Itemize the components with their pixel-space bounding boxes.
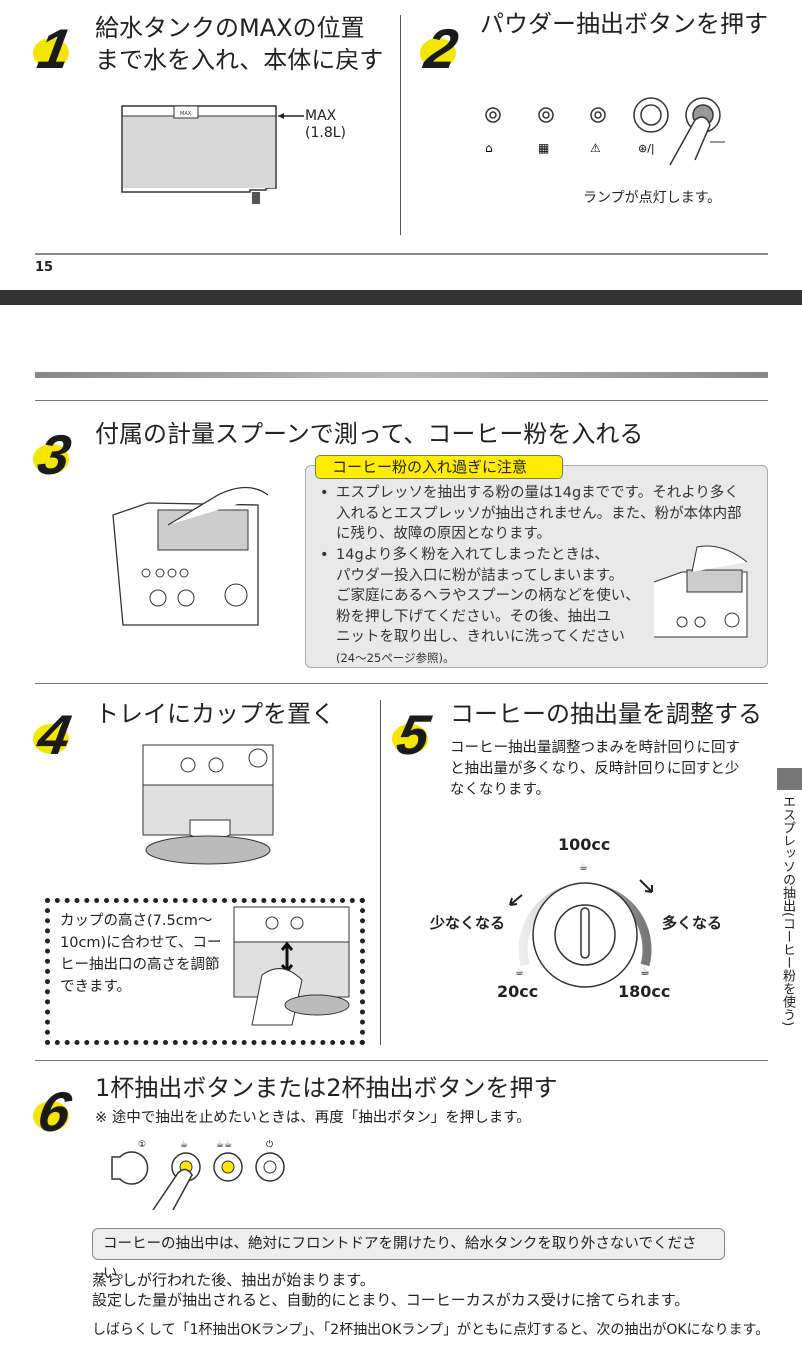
divider xyxy=(35,1060,768,1061)
adjust-spout-illustration xyxy=(233,906,350,1026)
step6-note: ※ 途中で抽出を止めたいときは、再度「抽出ボタン」を押します。 xyxy=(95,1110,531,1126)
divider xyxy=(35,253,768,255)
max-label: MAX (1.8L) xyxy=(305,108,346,141)
divider xyxy=(35,683,768,684)
divider xyxy=(35,400,768,401)
divider xyxy=(400,15,401,235)
volume-dial[interactable]: ☕ ☕ ☕ xyxy=(500,850,670,990)
coffee-scoop-illustration xyxy=(112,486,268,626)
warning-bullet-2: 14gより多く粉を入れてしまったときは、パウダー投入口に粉が詰まってしまいます。… xyxy=(320,545,640,668)
svg-text:☕: ☕ xyxy=(180,1140,188,1150)
warning-bullet-1: エスプレッソを抽出する粉の量は14gまでです。それより多く入れるとエスプレッソが… xyxy=(320,483,742,545)
warning-title: コーヒー粉の入れ過ぎに注意 xyxy=(315,455,563,479)
svg-text:⌂: ⌂ xyxy=(485,141,493,155)
step5-title: コーヒーの抽出量を調整する xyxy=(450,700,762,728)
step-number-1: 1 xyxy=(33,17,76,80)
divider xyxy=(380,700,381,1045)
svg-text:⊛/|: ⊛/| xyxy=(638,142,655,155)
svg-text:☕: ☕ xyxy=(579,862,588,873)
step-number-6: 6 xyxy=(33,1080,76,1143)
page-number: 15 xyxy=(35,260,54,275)
step6-title: 1杯抽出ボタンまたは2杯抽出ボタンを押す xyxy=(95,1074,558,1102)
page-break-bar xyxy=(0,290,802,305)
step5-description: コーヒー抽出量調整つまみを時計回りに回す と抽出量が多くなり、反時計回りに回すと少… xyxy=(450,740,740,798)
header-bar xyxy=(35,372,768,378)
notice-box: コーヒーの抽出中は、絶対にフロントドアを開けたり、給水タンクを取り外さないでくだ… xyxy=(92,1228,725,1282)
dial-label-max: 180cc xyxy=(618,982,671,1001)
control-panel-illustration: ⌂ ▦ ⚠ ⊛/| xyxy=(485,97,725,166)
svg-text:☕: ☕ xyxy=(515,967,524,978)
side-tab-label: エスプレッソの抽出(コーヒー粉を使う) xyxy=(780,795,795,1027)
step1-title: 給水タンクのMAXの位置 まで水を入れ、本体に戻す xyxy=(95,14,384,74)
cup-height-note: カップの高さ(7.5cm〜 10cm)に合わせて、コー ヒー抽出口の高さを調節 できま… xyxy=(60,913,222,995)
svg-text:☕: ☕ xyxy=(640,965,650,978)
cup-on-tray-illustration xyxy=(142,744,274,865)
side-tab-marker xyxy=(777,768,802,790)
svg-text:⏻: ⏻ xyxy=(266,1139,273,1150)
step3-title: 付属の計量スプーンで測って、コーヒー粉を入れる xyxy=(95,420,644,448)
dial-label-top: 100cc xyxy=(558,835,611,854)
svg-text:▦: ▦ xyxy=(538,141,549,155)
svg-text:☕☕: ☕☕ xyxy=(216,1140,232,1150)
dial-label-min: 20cc xyxy=(497,982,539,1001)
step-number-5: 5 xyxy=(392,703,435,766)
svg-text:⚠: ⚠ xyxy=(590,141,601,155)
svg-text:①: ① xyxy=(138,1140,146,1150)
press-powder-illustration xyxy=(653,545,748,638)
step-number-4: 4 xyxy=(33,703,76,766)
brew-buttons-illustration: ① ☕ ☕☕ ⏻ xyxy=(111,1139,285,1210)
tank-max-mark: MAX xyxy=(180,111,192,117)
dial-label-more: 多くなる xyxy=(662,914,723,932)
step-number-3: 3 xyxy=(33,423,76,486)
step2-caption: ランプが点灯します。 xyxy=(583,190,722,206)
step2-title: パウダー抽出ボタンを押す xyxy=(480,10,768,38)
step-number-2: 2 xyxy=(420,17,463,80)
footer-text: 蒸らしが行われた後、抽出が始まります。 設定した量が抽出されると、自動的にとまり、… xyxy=(92,1271,770,1338)
dial-label-less: 少なくなる xyxy=(430,914,506,932)
step4-title: トレイにカップを置く xyxy=(95,700,335,728)
